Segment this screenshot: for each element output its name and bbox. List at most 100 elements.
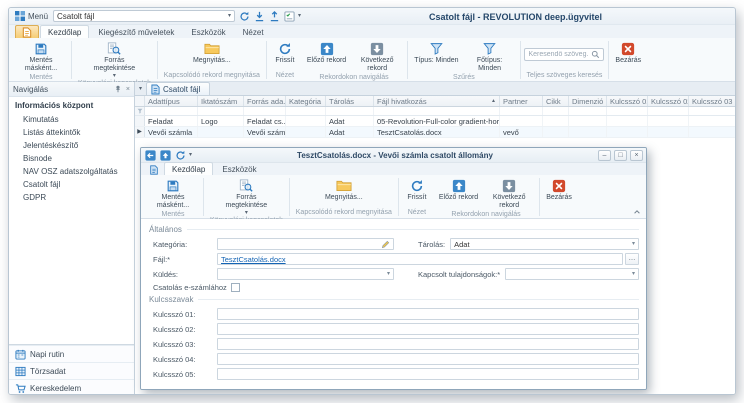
column-header[interactable]: Iktatószám (198, 96, 244, 106)
sidebar-item-gdpr[interactable]: GDPR (9, 191, 134, 204)
up-arrow-icon[interactable] (159, 149, 171, 161)
close-module-button[interactable]: Bezárás (612, 39, 644, 65)
dialog-tab-kezdolap[interactable]: Kezdőlap (164, 162, 213, 175)
browse-button[interactable]: … (625, 253, 639, 265)
checklist-icon[interactable] (283, 10, 295, 22)
prev-record-button[interactable]: Előző rekord (304, 39, 349, 65)
filter-cell[interactable] (326, 107, 374, 115)
column-header[interactable]: Dimenzió (569, 96, 607, 106)
sidebar-item-jelenteskeszito[interactable]: Jelentéskészítő (9, 139, 134, 152)
sidebar-item-listas-attekintok[interactable]: Listás áttekintők (9, 126, 134, 139)
kapcsolt-select[interactable]: ▾ (505, 268, 639, 280)
column-header[interactable]: Kategória (286, 96, 326, 106)
column-header[interactable]: Partner (500, 96, 543, 106)
view-source-button[interactable]: Forrás megtekintése ▾ (219, 176, 273, 216)
close-icon[interactable]: × (126, 86, 130, 93)
kulcsszo-04-input[interactable] (217, 353, 639, 365)
column-header[interactable]: Forrás ada... (244, 96, 286, 106)
sidebar-group-informacios-kozpont[interactable]: Információs központ (9, 97, 134, 113)
column-header[interactable]: Kulcsszó 03 (689, 96, 735, 106)
close-button[interactable]: × (630, 150, 643, 161)
export-icon[interactable] (268, 10, 280, 22)
filter-cell[interactable] (648, 107, 689, 115)
sidebar-item-csatolt-fajl[interactable]: Csatolt fájl (9, 178, 134, 191)
sidebar-item-kereskedelem[interactable]: Kereskedelem (9, 379, 134, 395)
refresh-icon[interactable] (174, 149, 186, 161)
chevron-down-icon[interactable]: ▾ (228, 13, 231, 19)
chevron-down-icon[interactable]: ▾ (189, 152, 192, 158)
search-icon[interactable] (591, 50, 600, 59)
open-button[interactable]: Megnyitás... (322, 176, 366, 202)
filter-cell[interactable] (569, 107, 607, 115)
save-as-button[interactable]: Mentés másként... (14, 39, 68, 73)
tab-nezet[interactable]: Nézet (235, 25, 272, 38)
collapse-ribbon-icon[interactable] (633, 208, 641, 216)
minimize-button[interactable]: – (598, 150, 611, 161)
table-row[interactable]: ▶ Vevői számla Vevői szám... Adat TesztC… (135, 127, 735, 138)
fajl-field[interactable]: TesztCsatolás.docx (217, 253, 623, 265)
tarolas-select[interactable]: Adat ▾ (450, 238, 639, 250)
type-filter-button[interactable]: Típus: Minden (411, 39, 461, 65)
pin-icon[interactable] (114, 85, 122, 93)
refresh-button[interactable]: Frissít (404, 176, 429, 202)
tab-kiegeszito-muveletek[interactable]: Kiegészítő műveletek (90, 25, 182, 38)
qat-chevron-down-icon[interactable]: ▾ (298, 13, 301, 19)
refresh-button[interactable]: Frissít (272, 39, 297, 65)
chevron-down-icon[interactable]: ▾ (632, 241, 635, 247)
search-input[interactable] (528, 51, 589, 58)
menu-button[interactable]: Menü (28, 12, 48, 21)
open-button[interactable]: Megnyitás... (190, 39, 234, 65)
table-row[interactable]: Feladat Logo Feladat cs... Adat 05-Revol… (135, 116, 735, 127)
file-menu-tab[interactable] (15, 25, 39, 38)
sidebar-item-torzsadat[interactable]: Törzsadat (9, 362, 134, 379)
column-header[interactable]: Tárolás (326, 96, 374, 106)
sidebar-item-bisnode[interactable]: Bisnode (9, 152, 134, 165)
chevron-down-icon[interactable]: ▾ (632, 271, 635, 277)
column-header[interactable]: Adattípus (145, 96, 198, 106)
filter-cell[interactable] (500, 107, 543, 115)
kulcsszo-01-input[interactable] (217, 308, 639, 320)
column-header[interactable]: Kulcsszó 02 (648, 96, 689, 106)
filter-cell[interactable] (543, 107, 569, 115)
csatolas-eszamla-checkbox[interactable] (231, 283, 240, 292)
column-header[interactable]: Cikk (543, 96, 569, 106)
filter-cell[interactable] (286, 107, 326, 115)
filter-cell[interactable] (244, 107, 286, 115)
kuldes-select[interactable]: ▾ (217, 268, 394, 280)
kulcsszo-02-input[interactable] (217, 323, 639, 335)
refresh-icon[interactable] (238, 10, 250, 22)
prev-record-button[interactable]: Előző rekord (436, 176, 481, 202)
chevron-down-icon[interactable]: ▾ (387, 271, 390, 277)
document-tab-csatolt-fajl[interactable]: Csatolt fájl (146, 82, 210, 95)
filter-cell[interactable] (607, 107, 648, 115)
sidebar-item-nav-osz[interactable]: NAV OSZ adatszolgáltatás (9, 165, 134, 178)
next-record-button[interactable]: Következő rekord (350, 39, 404, 73)
view-source-button[interactable]: Forrás megtekintése ▾ (87, 39, 141, 79)
close-dialog-ribbon-button[interactable]: Bezárás (543, 176, 575, 202)
tab-list-chevron-icon[interactable]: ▾ (137, 85, 144, 95)
filter-cell[interactable] (689, 107, 735, 115)
import-icon[interactable] (253, 10, 265, 22)
sidebar-item-napi-rutin[interactable]: Napi rutin (9, 345, 134, 362)
dialog-tab-eszkozok[interactable]: Eszközök (214, 162, 264, 175)
back-icon[interactable] (144, 149, 156, 161)
filter-cell[interactable] (145, 107, 198, 115)
file-link[interactable]: TesztCsatolás.docx (221, 255, 286, 264)
column-header[interactable]: Fájl hivatkozás▲ (374, 96, 500, 106)
maintype-filter-button[interactable]: Főtípus: Minden (463, 39, 517, 73)
save-as-button[interactable]: Mentés másként... (146, 176, 200, 210)
tab-kezdolap[interactable]: Kezdőlap (40, 25, 89, 38)
dialog-file-menu-tab[interactable] (145, 164, 163, 175)
next-record-button[interactable]: Következő rekord (482, 176, 536, 210)
filter-cell[interactable] (198, 107, 244, 115)
filter-cell[interactable] (374, 107, 500, 115)
kulcsszo-05-input[interactable] (217, 368, 639, 380)
module-combo[interactable]: Csatolt fájl ▾ (53, 10, 235, 22)
maximize-button[interactable]: □ (614, 150, 627, 161)
sidebar-item-kimutatas[interactable]: Kimutatás (9, 113, 134, 126)
kulcsszo-03-input[interactable] (217, 338, 639, 350)
tab-eszkozok[interactable]: Eszközök (183, 25, 233, 38)
column-header[interactable]: Kulcsszó 01 (607, 96, 648, 106)
kategoria-field[interactable] (217, 238, 394, 250)
pencil-icon[interactable] (381, 240, 390, 249)
